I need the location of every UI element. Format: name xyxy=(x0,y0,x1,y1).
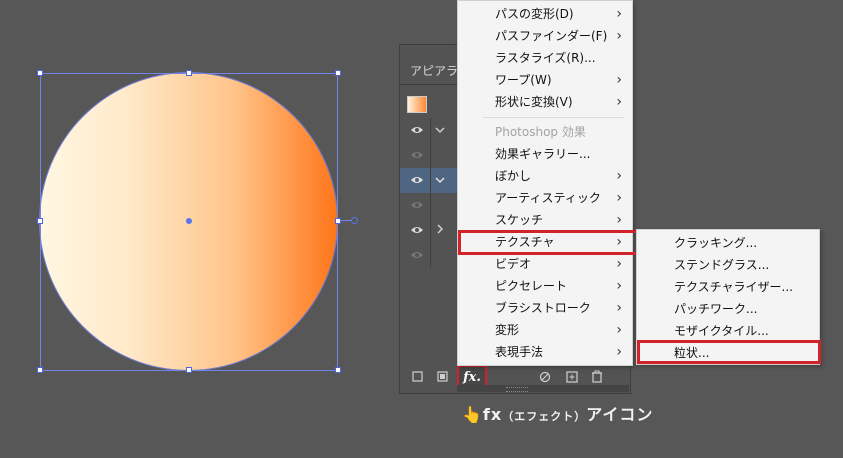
chevron-right-icon: › xyxy=(616,344,622,360)
handle-top-left[interactable] xyxy=(37,70,43,76)
fx-icon-caption: 👆fx（エフェクト）アイコン xyxy=(462,405,654,424)
menu-item-patchwork[interactable]: パッチワーク... xyxy=(637,298,819,320)
menu-item-rasterize[interactable]: ラスタライズ(R)... xyxy=(458,47,632,69)
panel-scrollbar[interactable] xyxy=(457,385,629,392)
effect-menu: パスの変形(D) › パスファインダー(F) › ラスタライズ(R)... ワープ(… xyxy=(457,0,639,366)
eye-icon[interactable] xyxy=(410,150,424,160)
menu-item-blur[interactable]: ぼかし › xyxy=(458,165,632,187)
texture-submenu: クラッキング... ステンドグラス... テクスチャライザー... パッチワーク… xyxy=(636,229,821,365)
highlight-texture xyxy=(458,230,639,255)
chevron-right-icon: › xyxy=(616,94,622,110)
panel-column-divider xyxy=(430,118,431,268)
add-fill-icon[interactable] xyxy=(437,371,448,382)
eye-icon[interactable] xyxy=(410,200,424,210)
duplicate-item-icon[interactable] xyxy=(566,371,578,383)
chevron-right-icon: › xyxy=(616,6,622,22)
chevron-down-icon[interactable] xyxy=(435,176,445,184)
handle-middle-left[interactable] xyxy=(37,218,43,224)
menu-item-craquelure[interactable]: クラッキング... xyxy=(637,232,819,254)
handle-top-center[interactable] xyxy=(186,70,192,76)
eye-icon[interactable] xyxy=(410,175,424,185)
panel-divider xyxy=(400,84,458,85)
chevron-right-icon: › xyxy=(616,72,622,88)
handle-bottom-center[interactable] xyxy=(186,367,192,373)
menu-item-sketch[interactable]: スケッチ › xyxy=(458,209,632,231)
trash-icon[interactable] xyxy=(591,370,603,383)
gradient-handle[interactable] xyxy=(351,217,358,224)
chevron-down-icon[interactable] xyxy=(435,126,445,134)
menu-item-video[interactable]: ビデオ › xyxy=(458,253,632,275)
chevron-right-icon: › xyxy=(616,278,622,294)
menu-item-artistic[interactable]: アーティスティック › xyxy=(458,187,632,209)
chevron-right-icon: › xyxy=(616,300,622,316)
menu-item-distort[interactable]: 変形 › xyxy=(458,319,632,341)
pointing-hand-icon: 👆 xyxy=(462,405,483,424)
eye-icon[interactable] xyxy=(410,125,424,135)
menu-item-effect-gallery[interactable]: 効果ギャラリー... xyxy=(458,143,632,165)
chevron-right-icon: › xyxy=(616,212,622,228)
chevron-right-icon: › xyxy=(616,322,622,338)
chevron-right-icon: › xyxy=(616,168,622,184)
handle-middle-right[interactable] xyxy=(335,218,341,224)
menu-item-stylize[interactable]: 表現手法 › xyxy=(458,341,632,363)
handle-bottom-right[interactable] xyxy=(335,367,341,373)
center-point xyxy=(186,218,192,224)
menu-item-brush-strokes[interactable]: ブラシストローク › xyxy=(458,297,632,319)
resize-grip[interactable] xyxy=(506,387,528,392)
menu-item-pixelate[interactable]: ピクセレート › xyxy=(458,275,632,297)
eye-icon[interactable] xyxy=(410,250,424,260)
menu-item-convert-to-shape[interactable]: 形状に変換(V) › xyxy=(458,91,632,113)
add-stroke-icon[interactable] xyxy=(412,371,423,382)
menu-separator xyxy=(483,117,624,118)
menu-item-texturizer[interactable]: テクスチャライザー... xyxy=(637,276,819,298)
eye-icon[interactable] xyxy=(410,225,424,235)
clear-appearance-icon[interactable] xyxy=(539,371,551,383)
chevron-right-icon[interactable] xyxy=(436,224,444,234)
menu-item-stained-glass[interactable]: ステンドグラス... xyxy=(637,254,819,276)
menu-heading-photoshop-effects: Photoshop 効果 xyxy=(495,125,586,139)
handle-bottom-left[interactable] xyxy=(37,367,43,373)
handle-top-right[interactable] xyxy=(335,70,341,76)
chevron-right-icon: › xyxy=(616,190,622,206)
menu-item-warp[interactable]: ワープ(W) › xyxy=(458,69,632,91)
chevron-right-icon: › xyxy=(616,28,622,44)
highlight-grain xyxy=(637,340,821,364)
menu-item-distort-transform[interactable]: パスの変形(D) › xyxy=(458,3,632,25)
object-thumbnail xyxy=(407,96,427,113)
menu-item-pathfinder[interactable]: パスファインダー(F) › xyxy=(458,25,632,47)
menu-item-mosaic-tiles[interactable]: モザイクタイル... xyxy=(637,320,819,342)
chevron-right-icon: › xyxy=(616,256,622,272)
